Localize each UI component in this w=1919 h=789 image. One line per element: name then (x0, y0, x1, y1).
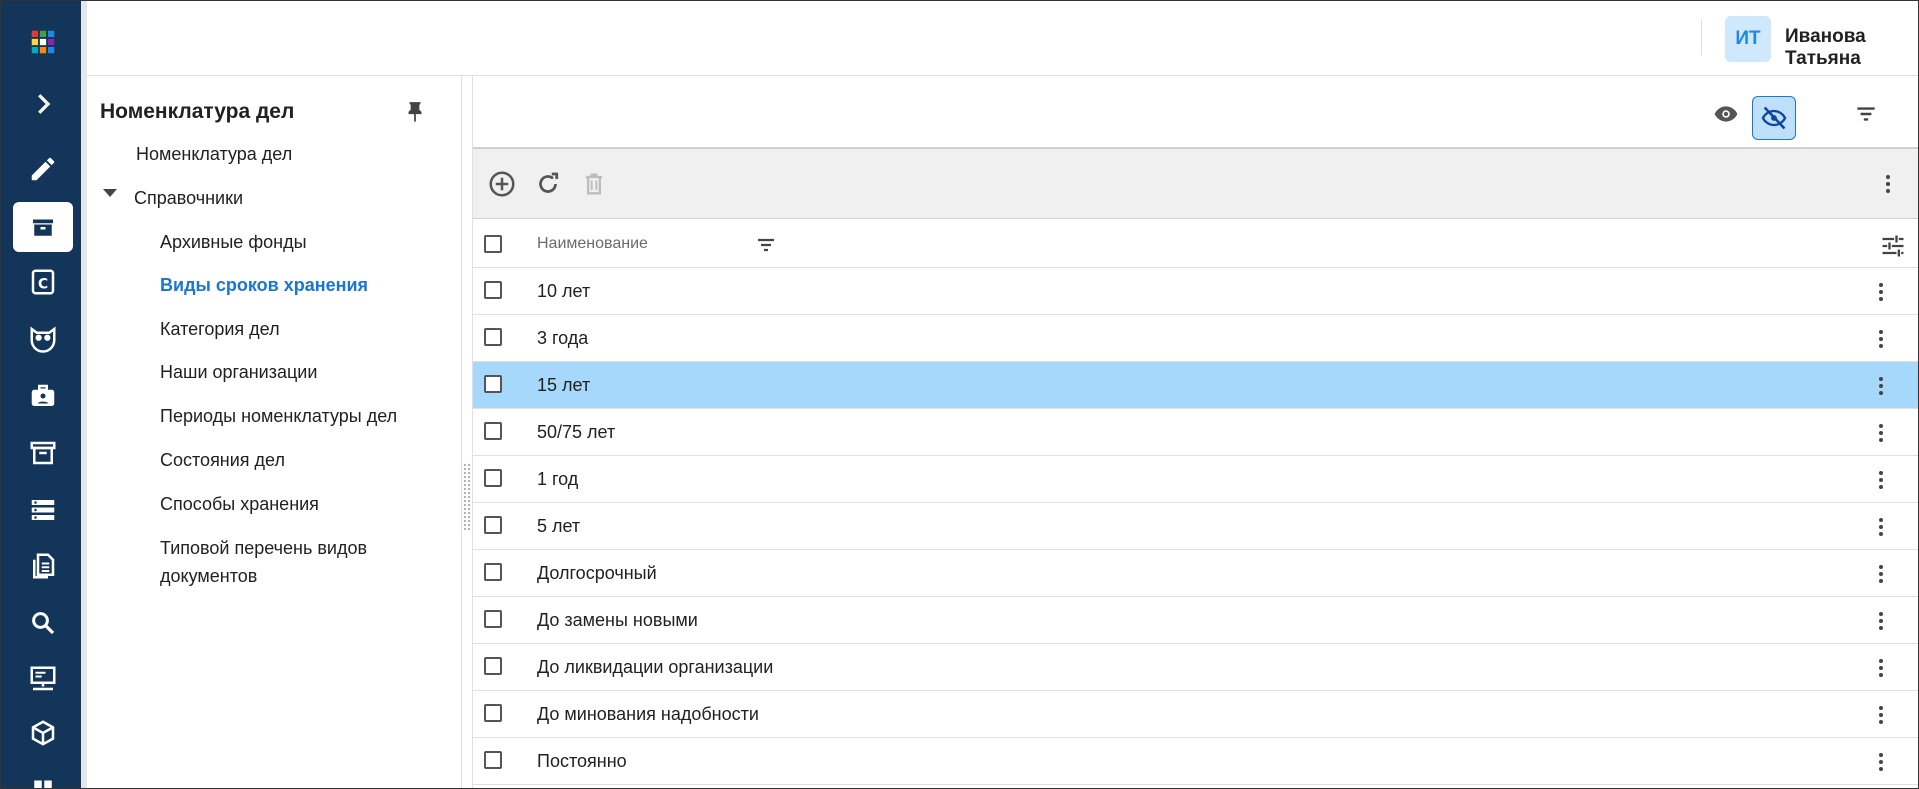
table-row[interactable]: 1 год (473, 456, 1918, 503)
filter-icon[interactable] (1850, 98, 1882, 130)
pin-icon[interactable] (400, 98, 430, 128)
table-row[interactable]: 10 лет (473, 268, 1918, 315)
grid-body: 10 лет 3 года 15 лет 50/75 лет 1 год 5 л… (473, 268, 1918, 785)
row-name: 1 год (537, 469, 579, 489)
row-checkbox[interactable] (484, 469, 502, 487)
table-row[interactable]: 50/75 лет (473, 409, 1918, 456)
pencil-icon[interactable] (13, 144, 73, 194)
view-toolbar (473, 76, 1918, 149)
server-icon[interactable] (13, 485, 73, 535)
row-name: 3 года (537, 328, 589, 348)
nav-item-our-orgs[interactable]: Наши организации (160, 358, 317, 386)
row-more-icon[interactable] (1867, 278, 1895, 306)
nav-item-storage-terms[interactable]: Виды сроков хранения (160, 271, 368, 299)
row-checkbox[interactable] (484, 375, 502, 393)
nav-item-archive-funds[interactable]: Архивные фонды (160, 228, 307, 256)
select-all-checkbox[interactable] (484, 235, 502, 253)
documents-icon[interactable] (13, 541, 73, 591)
archive-icon[interactable] (13, 428, 73, 478)
delete-icon[interactable] (577, 167, 611, 201)
row-name: 5 лет (537, 516, 581, 536)
nav-group-label[interactable]: Справочники (134, 184, 243, 212)
monitor-network-icon[interactable] (13, 654, 73, 704)
header-divider (1701, 19, 1702, 55)
badge-briefcase-icon[interactable] (13, 371, 73, 421)
app-header: ИТ Иванова Татьяна (87, 1, 1918, 76)
column-header-name[interactable]: Наименование (537, 235, 648, 253)
table-row[interactable]: Долгосрочный (473, 550, 1918, 597)
row-more-icon[interactable] (1867, 701, 1895, 729)
user-name[interactable]: Иванова Татьяна (1785, 26, 1918, 70)
partial-icon[interactable] (13, 763, 73, 788)
svg-text:C: C (38, 276, 48, 292)
row-name: До минования надобности (537, 704, 759, 724)
row-checkbox[interactable] (484, 751, 502, 769)
row-more-icon[interactable] (1867, 419, 1895, 447)
row-name: Долгосрочный (537, 563, 657, 583)
nav-item-case-category[interactable]: Категория дел (160, 315, 280, 343)
nav-item-doc-types-list-cont[interactable]: документов (160, 562, 257, 590)
owl-icon[interactable] (13, 314, 73, 364)
action-toolbar (473, 149, 1918, 219)
left-rail: C (1, 1, 81, 788)
c-letter-icon[interactable]: C (13, 257, 73, 307)
archive-box-icon[interactable] (13, 202, 73, 252)
table-row[interactable]: До замены новыми (473, 597, 1918, 644)
eye-off-icon[interactable] (1752, 96, 1796, 140)
nav-item-nomenclature-periods[interactable]: Периоды номенклатуры дел (160, 402, 397, 430)
table-row[interactable]: 3 года (473, 315, 1918, 362)
row-checkbox[interactable] (484, 610, 502, 628)
app-window: C ИТ Иванова Татьяна Номенклатура дел Но… (0, 0, 1919, 789)
table-row[interactable]: Постоянно (473, 738, 1918, 785)
table-row[interactable]: До минования надобности (473, 691, 1918, 738)
row-more-icon[interactable] (1867, 513, 1895, 541)
row-name: Постоянно (537, 751, 627, 771)
row-more-icon[interactable] (1867, 654, 1895, 682)
table-row[interactable]: До ликвидации организации (473, 644, 1918, 691)
row-checkbox[interactable] (484, 563, 502, 581)
cube-icon[interactable] (13, 708, 73, 758)
caret-down-icon[interactable] (103, 189, 117, 197)
row-more-icon[interactable] (1867, 748, 1895, 776)
row-checkbox[interactable] (484, 657, 502, 675)
nav-item-storage-methods[interactable]: Способы хранения (160, 490, 319, 518)
apps-grid-icon[interactable] (13, 17, 73, 67)
row-name: До замены новыми (537, 610, 698, 630)
table-row[interactable]: 5 лет (473, 503, 1918, 550)
content-area: Наименование 10 лет 3 года 15 лет 50/75 … (472, 76, 1918, 788)
row-more-icon[interactable] (1867, 325, 1895, 353)
row-more-icon[interactable] (1867, 372, 1895, 400)
row-name: До ликвидации организации (537, 657, 774, 677)
table-row-selected[interactable]: 15 лет (473, 362, 1918, 409)
nav-item-case-states[interactable]: Состояния дел (160, 446, 285, 474)
column-filter-icon[interactable] (752, 231, 780, 259)
avatar[interactable]: ИТ (1725, 16, 1771, 62)
row-name: 15 лет (537, 375, 591, 395)
row-checkbox[interactable] (484, 704, 502, 722)
search-icon[interactable] (13, 598, 73, 648)
row-name: 10 лет (537, 281, 591, 301)
row-more-icon[interactable] (1867, 466, 1895, 494)
row-checkbox[interactable] (484, 422, 502, 440)
eye-icon[interactable] (1710, 98, 1742, 130)
row-name: 50/75 лет (537, 422, 616, 442)
panel-resize-handle[interactable] (463, 463, 471, 531)
grid-header: Наименование (473, 220, 1918, 268)
row-more-icon[interactable] (1867, 560, 1895, 588)
refresh-icon[interactable] (531, 167, 565, 201)
nav-title: Номенклатура дел (100, 100, 295, 123)
row-checkbox[interactable] (484, 516, 502, 534)
nav-panel: Номенклатура дел Номенклатура дел Справо… (87, 76, 462, 788)
add-circle-icon[interactable] (485, 167, 519, 201)
toolbar-more-icon[interactable] (1871, 167, 1905, 201)
row-checkbox[interactable] (484, 328, 502, 346)
row-checkbox[interactable] (484, 281, 502, 299)
row-more-icon[interactable] (1867, 607, 1895, 635)
column-settings-icon[interactable] (1877, 230, 1909, 262)
nav-item-doc-types-list[interactable]: Типовой перечень видов (160, 534, 367, 562)
chevron-right-icon[interactable] (13, 79, 73, 129)
nav-item-root[interactable]: Номенклатура дел (136, 140, 292, 168)
